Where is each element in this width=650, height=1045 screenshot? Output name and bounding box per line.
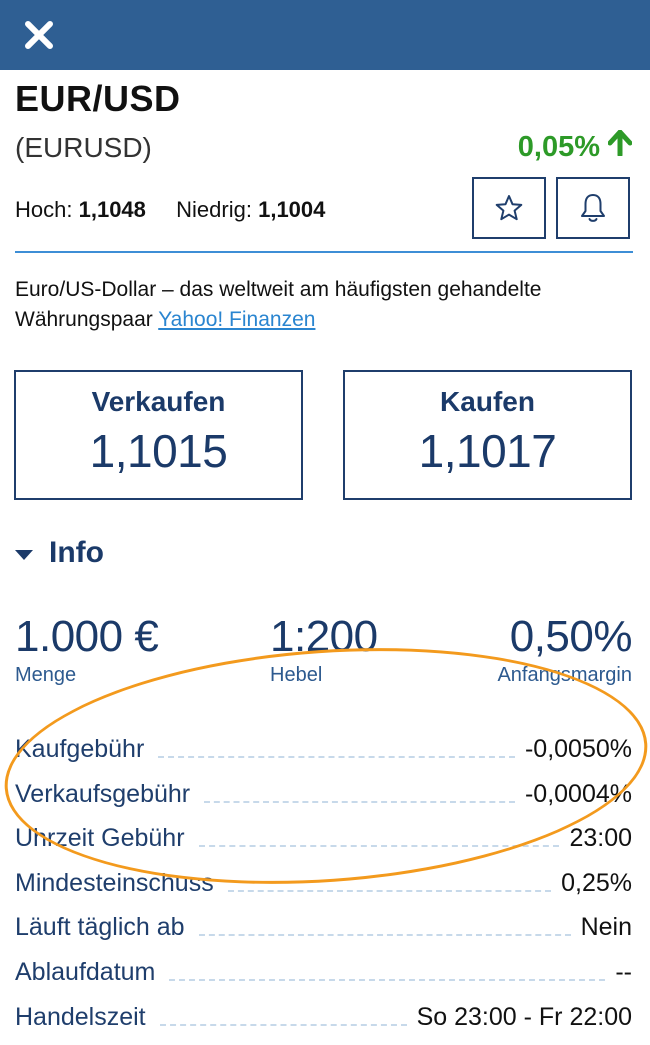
close-icon [25, 21, 53, 49]
detail-row-sell-fee: Verkaufsgebühr -0,0004% [15, 773, 632, 809]
detail-value: 0,25% [561, 869, 632, 897]
stat-leverage-label: Hebel [270, 664, 323, 686]
dotted-leader [198, 934, 571, 936]
detail-row-daily-expiry: Läuft täglich ab Nein [15, 906, 632, 942]
source-link[interactable]: Yahoo! Finanzen [158, 308, 315, 331]
header-divider [15, 251, 633, 253]
info-section-toggle[interactable]: Info [15, 536, 104, 570]
sell-price: 1,1015 [89, 425, 228, 477]
stat-quantity-value: 1.000 € [15, 612, 159, 661]
caret-down-icon [15, 549, 33, 560]
dotted-leader [169, 979, 606, 981]
high-low-range: Hoch: 1,1048 Niedrig: 1,1004 [15, 197, 325, 223]
stat-leverage-value: 1:200 [270, 612, 378, 661]
stat-initial-margin: 0,50% Anfangsmargin [497, 612, 632, 687]
detail-label: Läuft täglich ab [15, 913, 185, 941]
detail-row-buy-fee: Kaufgebühr -0,0050% [15, 728, 632, 764]
stat-quantity: 1.000 € Menge [15, 612, 159, 687]
high-value: 1,1048 [78, 197, 146, 222]
stat-initial-margin-value: 0,50% [509, 612, 633, 661]
dotted-leader [198, 845, 560, 847]
price-change-value: 0,05% [517, 130, 600, 163]
stat-initial-margin-label: Anfangsmargin [497, 664, 632, 686]
detail-row-fee-time: Uhrzeit Gebühr 23:00 [15, 817, 632, 853]
sell-label: Verkaufen [91, 386, 226, 417]
price-alert-button[interactable] [556, 177, 630, 239]
detail-label: Ablaufdatum [15, 958, 156, 986]
detail-row-expiry-date: Ablaufdatum -- [15, 951, 632, 987]
detail-row-trading-hours: Handelszeit So 23:00 - Fr 22:00 [15, 996, 632, 1032]
detail-value: -- [615, 958, 632, 986]
stat-leverage: 1:200 Hebel [270, 612, 378, 687]
close-button[interactable] [22, 18, 56, 52]
high-label: Hoch: [15, 197, 73, 222]
detail-label: Uhrzeit Gebühr [15, 824, 185, 852]
detail-value: 23:00 [569, 824, 632, 852]
detail-label: Handelszeit [15, 1003, 146, 1031]
instrument-symbol: (EURUSD) [15, 132, 152, 163]
detail-label: Verkaufsgebühr [15, 780, 191, 808]
favorite-button[interactable] [472, 177, 546, 239]
sell-button[interactable]: Verkaufen 1,1015 [14, 370, 303, 500]
price-change: 0,05% [517, 129, 633, 164]
buy-button[interactable]: Kaufen 1,1017 [343, 370, 632, 500]
detail-label: Mindesteinschuss [15, 869, 214, 897]
dotted-leader [158, 756, 515, 758]
detail-label: Kaufgebühr [15, 735, 145, 763]
detail-value: So 23:00 - Fr 22:00 [416, 1003, 632, 1031]
instrument-description: Euro/US-Dollar – das weltweit am häufigs… [15, 275, 635, 335]
dotted-leader [204, 801, 515, 803]
dotted-leader [227, 890, 552, 892]
low-label: Niedrig: [176, 197, 252, 222]
detail-value: Nein [580, 913, 632, 941]
dotted-leader [159, 1024, 407, 1026]
detail-row-min-margin: Mindesteinschuss 0,25% [15, 862, 632, 898]
detail-value: -0,0004% [524, 780, 632, 808]
instrument-title: EUR/USD [15, 78, 181, 119]
arrow-up-icon [607, 129, 633, 164]
detail-value: -0,0050% [524, 735, 632, 763]
buy-price: 1,1017 [418, 425, 557, 477]
buy-label: Kaufen [440, 386, 535, 417]
stat-quantity-label: Menge [15, 664, 77, 686]
top-bar [0, 0, 650, 70]
low-value: 1,1004 [258, 197, 326, 222]
star-icon [495, 195, 523, 221]
bell-icon [581, 194, 605, 222]
info-heading: Info [49, 536, 104, 569]
